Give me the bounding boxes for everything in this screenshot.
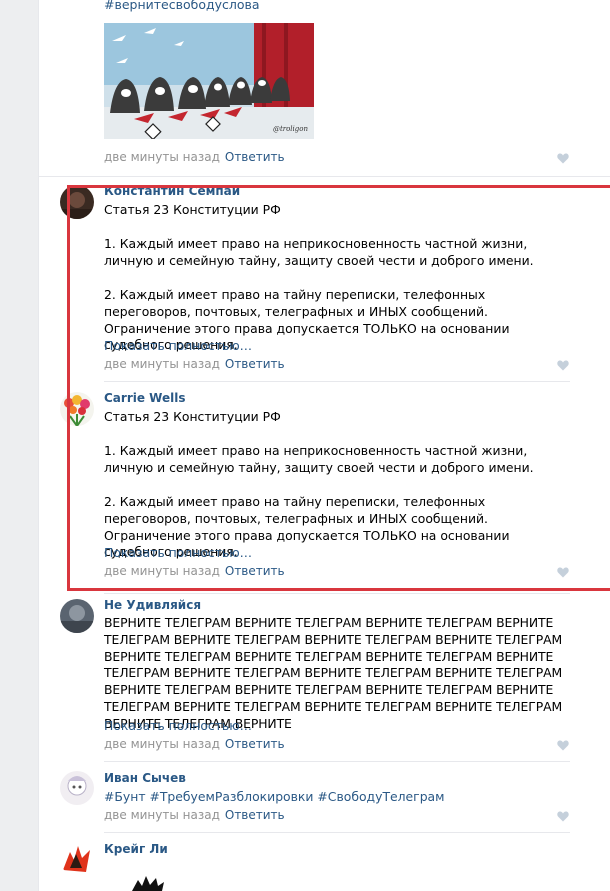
hashtag-link[interactable]: #вернитесвободуслова [104,0,260,12]
heart-icon[interactable] [557,153,569,164]
comment-meta: две минуты назад Ответить [104,150,285,164]
comment-author[interactable]: Не Удивляйся [104,598,201,612]
highlight-frame [67,185,610,591]
divider [104,761,570,762]
comment-text: ВЕРНИТЕ ТЕЛЕГРАМ ВЕРНИТЕ ТЕЛЕГРАМ ВЕРНИТ… [104,615,563,731]
comment-image[interactable] [104,866,224,891]
heart-icon[interactable] [557,740,569,751]
show-more-link[interactable]: Показать полностью… [104,718,252,733]
avatar[interactable] [60,599,94,633]
comment-author[interactable]: Крейг Ли [104,842,168,856]
timestamp[interactable]: две минуты назад [104,808,220,822]
left-divider [38,0,39,891]
avatar[interactable] [60,771,94,805]
reply-button[interactable]: Ответить [225,737,285,751]
reply-button[interactable]: Ответить [225,150,285,164]
image-signature: @troligon [272,125,308,133]
post-image[interactable]: @troligon [104,23,314,139]
timestamp[interactable]: две минуты назад [104,150,220,164]
divider [104,593,570,594]
timestamp[interactable]: две минуты назад [104,737,220,751]
reply-button[interactable]: Ответить [225,808,285,822]
divider [104,832,570,833]
hashtag-links[interactable]: #Бунт #ТребуемРазблокировки #СвободуТеле… [104,789,445,804]
comment-meta: две минуты назад Ответить [104,808,285,822]
divider [39,176,610,177]
comment-meta: две минуты назад Ответить [104,737,285,751]
avatar[interactable] [60,842,94,876]
comment-author[interactable]: Иван Сычев [104,771,186,785]
heart-icon[interactable] [557,811,569,822]
